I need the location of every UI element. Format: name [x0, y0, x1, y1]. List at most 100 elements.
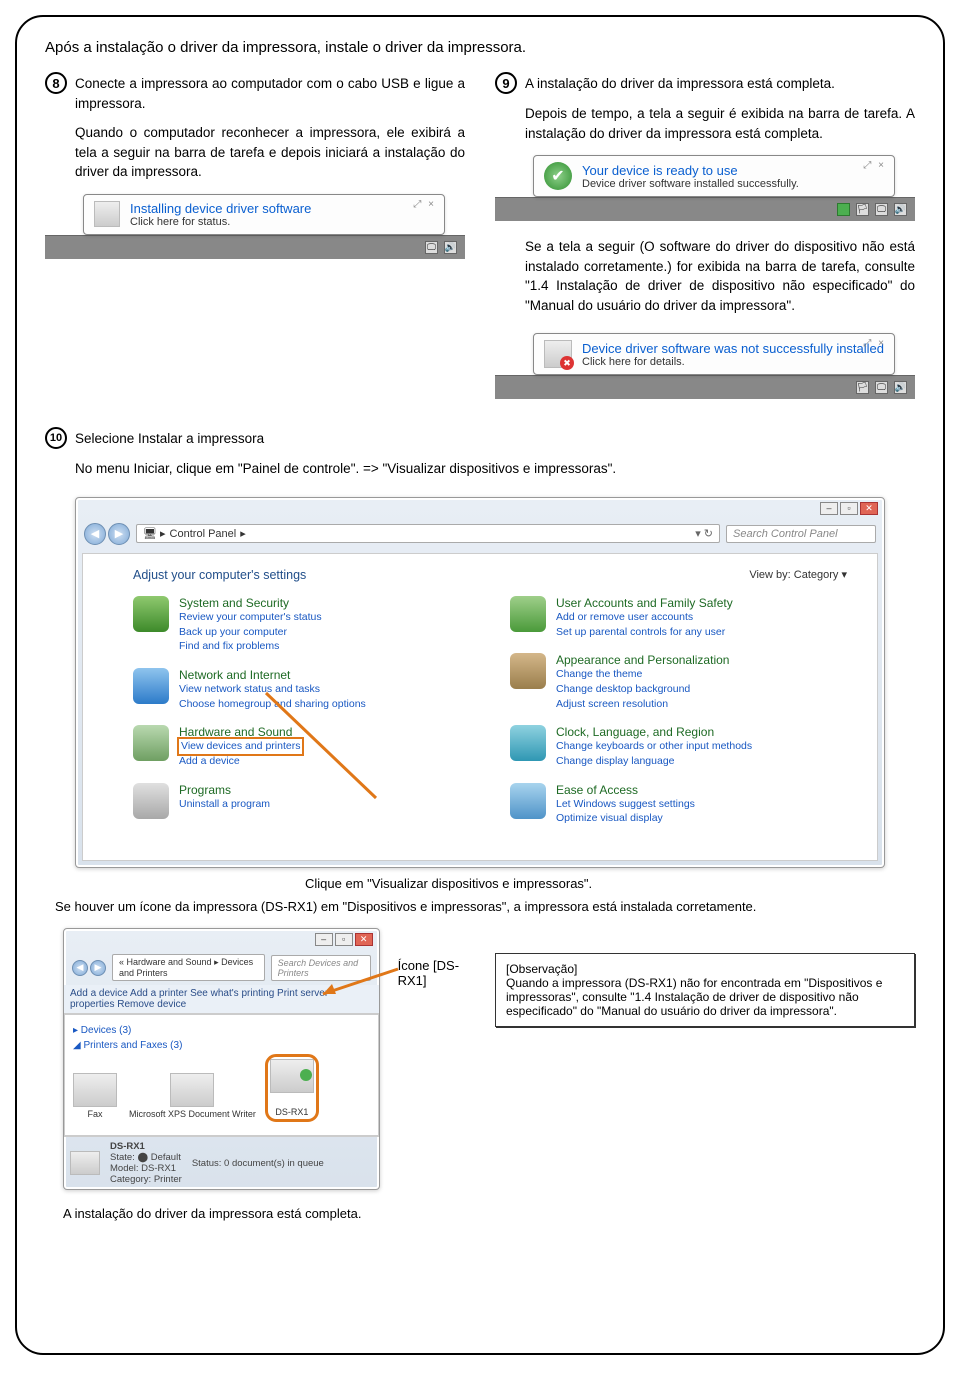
- cp-link[interactable]: Add or remove user accounts: [556, 610, 733, 625]
- printer-item-fax[interactable]: Fax: [73, 1073, 117, 1119]
- step-number-8: 8: [45, 72, 67, 94]
- search-input[interactable]: Search Control Panel: [726, 525, 876, 543]
- error-icon: [544, 340, 572, 368]
- cp-link[interactable]: Change display language: [556, 754, 752, 769]
- cp-link[interactable]: Add a device: [179, 754, 302, 769]
- devices-printers-window: – ▫ ✕ ◀ ▶ « Hardware and Sound ▸ Devices…: [63, 928, 380, 1190]
- balloon-ready-title: Your device is ready to use: [582, 163, 799, 178]
- installed-note: Se houver um ícone da impressora (DS-RX1…: [55, 899, 915, 914]
- balloon-installing: Installing device driver software Click …: [83, 194, 445, 235]
- balloon-fail-title: Device driver software was not successfu…: [582, 341, 884, 356]
- maximize-button[interactable]: ▫: [335, 933, 353, 946]
- back-button[interactable]: ◀: [84, 523, 106, 545]
- cp-link[interactable]: View network status and tasks: [179, 682, 366, 697]
- balloon-close-icon: ⤢ ×: [863, 160, 886, 171]
- cp-link[interactable]: Choose homegroup and sharing options: [179, 697, 366, 712]
- step-9: 9 A instalação do driver da impressora e…: [495, 74, 915, 399]
- cp-link[interactable]: Let Windows suggest settings: [556, 797, 695, 812]
- tray-icon: 🔊: [444, 241, 457, 254]
- cp-category[interactable]: User Accounts and Family Safety: [556, 596, 733, 610]
- printer-icon: [70, 1151, 100, 1175]
- cp-link[interactable]: Review your computer's status: [179, 610, 322, 625]
- user-accounts-icon: [510, 596, 546, 632]
- cp-category[interactable]: Ease of Access: [556, 783, 695, 797]
- maximize-button[interactable]: ▫: [840, 502, 858, 515]
- cp-category[interactable]: Hardware and Sound: [179, 725, 302, 739]
- xps-icon: [170, 1073, 214, 1107]
- clock-region-icon: [510, 725, 546, 761]
- cp-link[interactable]: Back up your computer: [179, 625, 322, 640]
- step-10: 10 Selecione Instalar a impressora No me…: [45, 429, 915, 1221]
- cp-link[interactable]: Change the theme: [556, 667, 729, 682]
- balloon-close-icon: ⤢ ×: [863, 338, 886, 349]
- tray-icon: 🏳: [856, 381, 869, 394]
- cp-link[interactable]: Adjust screen resolution: [556, 697, 729, 712]
- back-button[interactable]: ◀: [72, 960, 88, 976]
- status-docs: Status: 0 document(s) in queue: [192, 1158, 324, 1169]
- close-button[interactable]: ✕: [355, 933, 373, 946]
- dsrx1-label: Ícone [DS-RX1]: [398, 958, 477, 988]
- tray-icon: 🖵: [875, 381, 888, 394]
- status-bar: DS-RX1 State: ⬤ Default Model: DS-RX1 Ca…: [64, 1136, 379, 1189]
- balloon-installing-title: Installing device driver software: [130, 201, 311, 216]
- device-label: DS-RX1: [275, 1107, 308, 1117]
- printers-section[interactable]: ◢ Printers and Faxes (3): [73, 1040, 370, 1051]
- cp-link[interactable]: Optimize visual display: [556, 811, 695, 826]
- minimize-button[interactable]: –: [315, 933, 333, 946]
- default-badge-icon: [300, 1069, 312, 1081]
- devices-section[interactable]: ▸ Devices (3): [73, 1025, 370, 1036]
- cp-link[interactable]: Find and fix problems: [179, 639, 322, 654]
- status-category: Category: Printer: [110, 1174, 182, 1185]
- balloon-fail: Device driver software was not successfu…: [533, 333, 895, 375]
- system-security-icon: [133, 596, 169, 632]
- tray-icon: 🏳: [856, 203, 869, 216]
- tray-icon: 🔊: [894, 381, 907, 394]
- cp-viewby[interactable]: View by: Category ▾: [749, 568, 847, 582]
- breadcrumb: Control Panel: [170, 528, 237, 540]
- tray-icon: 🔊: [894, 203, 907, 216]
- address-bar[interactable]: 🖥 ▸ Control Panel ▸ ▾ ↻: [136, 524, 720, 543]
- printer-item-xps[interactable]: Microsoft XPS Document Writer: [129, 1073, 256, 1119]
- forward-button[interactable]: ▶: [90, 960, 106, 976]
- status-model: Model: DS-RX1: [110, 1163, 176, 1174]
- shield-icon: [837, 203, 850, 216]
- cp-category[interactable]: Programs: [179, 783, 270, 797]
- appearance-icon: [510, 653, 546, 689]
- devices-toolbar[interactable]: Add a device Add a printer See what's pr…: [64, 985, 379, 1014]
- check-icon: ✔: [544, 162, 572, 190]
- step-8-line-1: Conecte a impressora ao computador com o…: [75, 74, 465, 113]
- printer-item-dsrx1[interactable]: DS-RX1: [268, 1057, 316, 1119]
- view-devices-printers-link[interactable]: View devices and printers: [179, 739, 302, 754]
- search-input[interactable]: Search Devices and Printers: [271, 955, 371, 981]
- device-label: Microsoft XPS Document Writer: [129, 1109, 256, 1119]
- balloon-installing-sub: Click here for status.: [130, 216, 311, 228]
- observation-box: [Observação] Quando a impressora (DS-RX1…: [495, 953, 915, 1027]
- cp-link[interactable]: Change keyboards or other input methods: [556, 739, 752, 754]
- step-9-note: Se a tela a seguir (O software do driver…: [525, 237, 915, 315]
- balloon-fail-sub: Click here for details.: [582, 356, 884, 368]
- cp-category[interactable]: Appearance and Personalization: [556, 653, 729, 667]
- step-10-line: No menu Iniciar, clique em "Painel de co…: [75, 459, 915, 479]
- cp-link[interactable]: Uninstall a program: [179, 797, 270, 812]
- cp-category[interactable]: Network and Internet: [179, 668, 366, 682]
- cp-category[interactable]: Clock, Language, and Region: [556, 725, 752, 739]
- install-icon: [94, 201, 120, 227]
- step-number-9: 9: [495, 72, 517, 94]
- step-10-title: Selecione Instalar a impressora: [75, 429, 264, 449]
- address-bar[interactable]: « Hardware and Sound ▸ Devices and Print…: [112, 954, 265, 981]
- cp-link[interactable]: Change desktop background: [556, 682, 729, 697]
- final-line: A instalação do driver da impressora est…: [63, 1206, 915, 1221]
- cp-category[interactable]: System and Security: [179, 596, 322, 610]
- cp-link[interactable]: Set up parental controls for any user: [556, 625, 733, 640]
- click-caption: Clique em "Visualizar dispositivos e imp…: [305, 876, 605, 891]
- network-icon: [133, 668, 169, 704]
- page-title: Após a instalação o driver da impressora…: [45, 39, 915, 56]
- tray-icon: 🖵: [875, 203, 888, 216]
- forward-button[interactable]: ▶: [108, 523, 130, 545]
- hardware-sound-icon: [133, 725, 169, 761]
- minimize-button[interactable]: –: [820, 502, 838, 515]
- taskbar: 🏳 🖵 🔊: [495, 197, 915, 221]
- taskbar: 🏳 🖵 🔊: [495, 375, 915, 399]
- close-button[interactable]: ✕: [860, 502, 878, 515]
- taskbar: 🖵 🔊: [45, 235, 465, 259]
